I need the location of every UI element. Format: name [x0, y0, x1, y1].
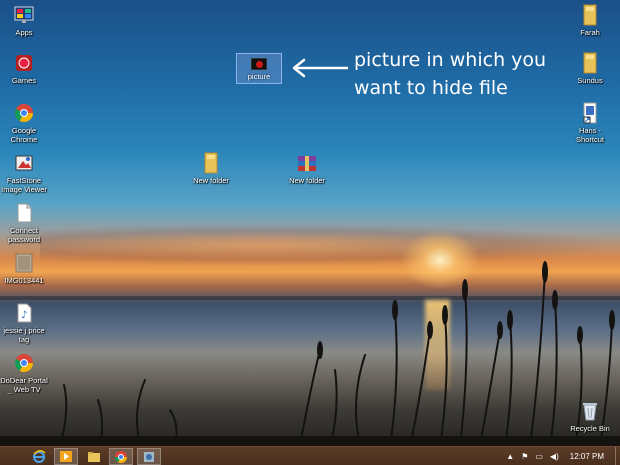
desktop-icon-games[interactable]: Games: [0, 52, 49, 85]
tray-chevron-icon[interactable]: ▲: [506, 452, 514, 461]
picture-file-icon: [251, 58, 267, 70]
desktop-icon-picture-selected[interactable]: picture: [236, 53, 282, 84]
cloud-band: [40, 225, 600, 265]
desktop-icon-label: Farah: [580, 28, 600, 37]
arrow-left-icon: [292, 58, 348, 78]
desktop-icon-new-folder-1[interactable]: New folder: [186, 152, 236, 185]
desktop-icon-label: picture: [247, 72, 271, 81]
action-center-flag-icon[interactable]: ⚑: [521, 452, 528, 461]
winrar-archive-icon: [296, 152, 318, 174]
desktop-icon-farah[interactable]: Farah: [565, 4, 615, 37]
chrome-icon: [13, 102, 35, 124]
desktop-icon-dodear-portal[interactable]: DoDear Portal _ Web TV: [0, 352, 49, 394]
desktop-icon-label: DoDear Portal _ Web TV: [0, 376, 48, 394]
desktop-icon-label: FastStone Image Viewer: [1, 176, 47, 194]
desktop-icon-google-chrome[interactable]: Google Chrome: [0, 102, 49, 144]
desktop-icon-recycle-bin[interactable]: Recycle Bin: [565, 400, 615, 433]
recycle-bin-icon: [579, 400, 601, 422]
apps-monitor-icon: [13, 4, 35, 26]
desktop-icon-img013441[interactable]: IMG013441: [0, 252, 49, 285]
desktop-icon-label: IMG013441: [4, 276, 44, 285]
desktop-icon-jessie-j[interactable]: ♪ jessie j price tag: [0, 302, 49, 344]
desktop-icon-label: Hans - Shortcut: [576, 126, 604, 144]
clock[interactable]: 12:07 PM: [570, 452, 604, 461]
network-icon[interactable]: ▭: [535, 452, 543, 461]
desktop-icon-connect-password[interactable]: Connect password: [0, 202, 49, 244]
taskbar: ▲ ⚑ ▭ ◀) 12:07 PM: [0, 446, 620, 465]
taskbar-chrome-button[interactable]: [109, 448, 133, 465]
chrome-icon: [115, 450, 127, 463]
taskbar-ie-button[interactable]: [27, 448, 51, 465]
desktop-icon-label: Games: [11, 76, 37, 85]
system-tray: ▲ ⚑ ▭ ◀) 12:07 PM: [506, 447, 620, 465]
desktop-icon-label: New folder: [193, 176, 229, 185]
taskbar-file-explorer-button[interactable]: [82, 448, 106, 465]
desktop-icon-label: Recycle Bin: [570, 424, 610, 433]
desktop-icon-new-folder-2[interactable]: New folder: [282, 152, 332, 185]
folder-icon: [200, 152, 222, 174]
show-desktop-button[interactable]: [615, 447, 620, 465]
faststone-icon: [13, 152, 35, 174]
folder-icon: [579, 4, 601, 26]
volume-icon[interactable]: ◀): [550, 452, 559, 461]
folder-icon: [579, 52, 601, 74]
chrome-icon: [13, 352, 35, 374]
text-file-icon: [13, 202, 35, 224]
app-icon: [144, 451, 154, 462]
desktop-icon-label: jessie j price tag: [3, 326, 45, 344]
image-file-icon: [13, 252, 35, 274]
taskbar-app-button[interactable]: [137, 448, 161, 465]
audio-file-icon: ♪: [13, 302, 35, 324]
desktop-icon-label: New folder: [289, 176, 325, 185]
taskbar-media-player-button[interactable]: [54, 448, 78, 465]
svg-text:♪: ♪: [21, 310, 27, 321]
desktop[interactable]: Apps Games Google Chrome FastStone Image…: [0, 0, 620, 446]
shortcut-icon: [579, 102, 601, 124]
games-icon: [13, 52, 35, 74]
desktop-icon-faststone[interactable]: FastStone Image Viewer: [0, 152, 49, 194]
desktop-icon-label: Google Chrome: [10, 126, 38, 144]
desktop-icon-label: Apps: [15, 28, 33, 37]
file-explorer-icon: [88, 451, 100, 462]
desktop-icon-apps[interactable]: Apps: [0, 4, 49, 37]
desktop-icon-label: Sundus: [577, 76, 603, 85]
desktop-icon-label: Connect password: [7, 226, 41, 244]
reeds-silhouette: [0, 261, 620, 446]
media-player-icon: [60, 451, 72, 462]
desktop-icon-hans-shortcut[interactable]: Hans - Shortcut: [565, 102, 615, 144]
annotation-text: picture in which you want to hide file: [354, 49, 547, 99]
ie-icon: [33, 449, 46, 463]
